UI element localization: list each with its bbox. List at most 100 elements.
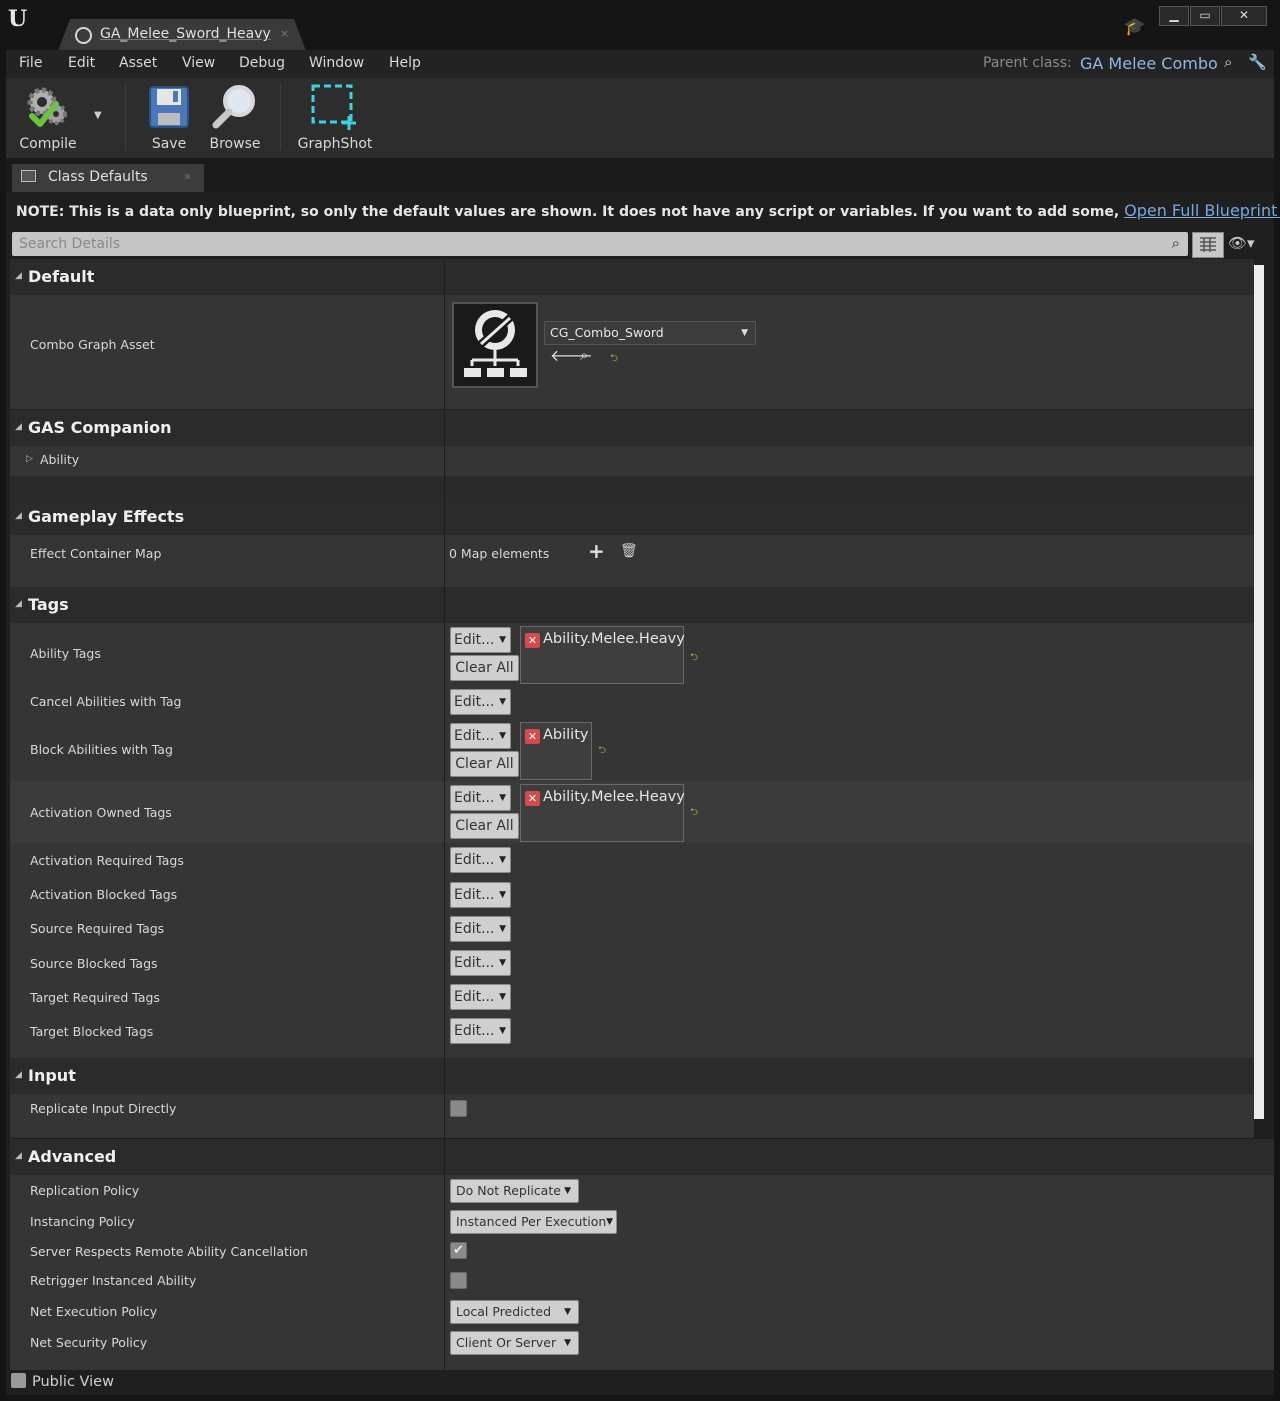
activation-blocked-edit-button[interactable]: Edit... ▼ <box>450 882 511 908</box>
column-divider[interactable] <box>444 410 445 446</box>
ability-group-row[interactable]: ▷ Ability <box>10 446 1254 476</box>
combo-graph-asset-dropdown[interactable]: CG_Combo_Sword ▼ <box>544 321 756 345</box>
column-divider[interactable] <box>444 535 445 587</box>
net-security-policy-dropdown[interactable]: Client Or Server ▼ <box>450 1331 579 1355</box>
remove-tag-icon[interactable]: ✕ <box>525 791 540 806</box>
instancing-policy-dropdown[interactable]: Instanced Per Execution ▼ <box>450 1210 617 1234</box>
close-tab-icon[interactable]: × <box>280 27 289 40</box>
learn-graduation-cap-icon[interactable]: 🎓 <box>1124 17 1145 37</box>
column-divider[interactable] <box>444 1094 445 1138</box>
column-divider[interactable] <box>444 1237 445 1267</box>
activation-owned-clear-all-button[interactable]: Clear All <box>450 813 519 839</box>
maximize-button[interactable]: ▭ <box>1190 6 1220 26</box>
column-divider[interactable] <box>444 911 445 945</box>
net-execution-policy-dropdown[interactable]: Local Predicted ▼ <box>450 1300 579 1324</box>
activation-owned-edit-button[interactable]: Edit... ▼ <box>450 785 511 811</box>
view-options-eye-icon[interactable]: 👁▾ <box>1228 234 1255 252</box>
column-divider[interactable] <box>444 719 445 781</box>
category-input[interactable]: ◢ Input <box>10 1058 1254 1094</box>
tab-close-dot-icon[interactable] <box>185 174 190 179</box>
unreal-logo-icon[interactable]: U <box>8 6 36 34</box>
source-blocked-edit-button[interactable]: Edit... ▼ <box>450 950 511 976</box>
reset-to-default-icon[interactable]: ⮌ <box>598 743 606 760</box>
category-advanced[interactable]: ◢ Advanced <box>10 1139 1274 1175</box>
activation-required-edit-button[interactable]: Edit... ▼ <box>450 847 511 873</box>
clear-elements-trash-icon[interactable]: 🗑 <box>620 543 638 559</box>
menu-view[interactable]: View <box>182 55 215 71</box>
search-icon[interactable]: ⌕ <box>1172 234 1180 252</box>
find-in-browser-icon[interactable]: ⌕ <box>1224 53 1232 71</box>
column-divider[interactable] <box>444 499 445 535</box>
menu-help[interactable]: Help <box>389 55 421 71</box>
menu-edit[interactable]: Edit <box>68 55 95 71</box>
column-divider[interactable] <box>444 476 445 499</box>
column-divider[interactable] <box>444 587 445 623</box>
menu-file[interactable]: File <box>19 55 42 71</box>
retrigger-instanced-checkbox[interactable] <box>450 1272 467 1289</box>
target-blocked-edit-button[interactable]: Edit... ▼ <box>450 1018 511 1044</box>
column-divider[interactable] <box>444 1296 445 1327</box>
column-divider[interactable] <box>444 1139 445 1175</box>
target-required-edit-button[interactable]: Edit... ▼ <box>450 984 511 1010</box>
parent-class-link[interactable]: GA Melee Combo <box>1080 54 1218 73</box>
public-view-checkbox[interactable] <box>11 1373 26 1388</box>
asset-thumbnail[interactable] <box>452 302 538 388</box>
column-divider[interactable] <box>444 843 445 877</box>
column-divider[interactable] <box>444 1327 445 1370</box>
compile-button[interactable]: Compile <box>10 78 86 158</box>
column-divider[interactable] <box>444 446 445 476</box>
replication-policy-dropdown[interactable]: Do Not Replicate ▼ <box>450 1179 579 1203</box>
add-element-plus-icon[interactable]: + <box>588 539 605 563</box>
open-full-blueprint-editor-link[interactable]: Open Full Blueprint Editor <box>1124 201 1280 220</box>
expand-triangle-icon[interactable]: ▷ <box>26 454 33 464</box>
search-details-input[interactable] <box>12 232 1152 256</box>
reset-to-default-icon[interactable]: ⮌ <box>610 351 618 368</box>
close-window-button[interactable]: ✕ <box>1221 6 1267 26</box>
reset-to-default-icon[interactable]: ⮌ <box>690 805 698 822</box>
graphshot-button[interactable]: GraphShot <box>294 78 376 158</box>
column-divider[interactable] <box>444 685 445 719</box>
compile-options-chevron-down-icon[interactable]: ▼ <box>94 110 102 121</box>
block-abilities-clear-all-button[interactable]: Clear All <box>450 751 519 777</box>
block-abilities-edit-button[interactable]: Edit... ▼ <box>450 723 511 749</box>
details-scrollbar[interactable] <box>1254 265 1264 1119</box>
reset-to-default-icon[interactable]: ⮌ <box>690 650 698 667</box>
wrench-edit-icon[interactable]: 🔧 <box>1248 53 1267 71</box>
minimize-button[interactable]: ▁ <box>1159 6 1189 26</box>
property-matrix-button[interactable] <box>1192 232 1224 258</box>
public-view-toggle[interactable]: Public View <box>11 1373 114 1390</box>
save-button[interactable]: Save <box>140 78 198 158</box>
menu-debug[interactable]: Debug <box>239 55 285 71</box>
asset-document-tab[interactable]: GA_Melee_Sword_Heavy × <box>58 19 306 51</box>
column-divider[interactable] <box>444 1175 445 1206</box>
ability-tags-edit-button[interactable]: Edit... ▼ <box>450 627 511 653</box>
server-respects-cancellation-checkbox[interactable]: ✔ <box>450 1242 467 1259</box>
column-divider[interactable] <box>444 781 445 843</box>
category-tags[interactable]: ◢ Tags <box>10 587 1254 623</box>
remove-tag-icon[interactable]: ✕ <box>525 633 540 648</box>
column-divider[interactable] <box>444 945 445 979</box>
category-gameplay-effects[interactable]: ◢ Gameplay Effects <box>10 499 1254 535</box>
column-divider[interactable] <box>444 979 445 1013</box>
browse-to-asset-search-icon[interactable]: ⌕ <box>580 346 588 364</box>
menu-window[interactable]: Window <box>309 55 364 71</box>
column-divider[interactable] <box>444 877 445 911</box>
column-divider[interactable] <box>444 295 445 409</box>
tab-class-defaults[interactable]: Class Defaults <box>12 164 204 192</box>
browse-button[interactable]: Browse <box>204 78 266 158</box>
category-gas-companion[interactable]: ◢ GAS Companion <box>10 410 1254 446</box>
source-required-edit-button[interactable]: Edit... ▼ <box>450 916 511 942</box>
column-divider[interactable] <box>444 1013 445 1058</box>
column-divider[interactable] <box>444 623 445 685</box>
remove-tag-icon[interactable]: ✕ <box>525 729 540 744</box>
column-divider[interactable] <box>444 1206 445 1237</box>
category-default[interactable]: ◢ Default <box>10 259 1254 295</box>
replicate-input-checkbox[interactable] <box>450 1100 467 1117</box>
column-divider[interactable] <box>444 1267 445 1296</box>
column-divider[interactable] <box>444 1058 445 1094</box>
column-divider[interactable] <box>444 259 445 295</box>
menu-asset[interactable]: Asset <box>119 55 157 71</box>
cancel-abilities-edit-button[interactable]: Edit... ▼ <box>450 689 511 715</box>
grid-view-icon <box>1200 237 1216 252</box>
ability-tags-clear-all-button[interactable]: Clear All <box>450 655 519 681</box>
